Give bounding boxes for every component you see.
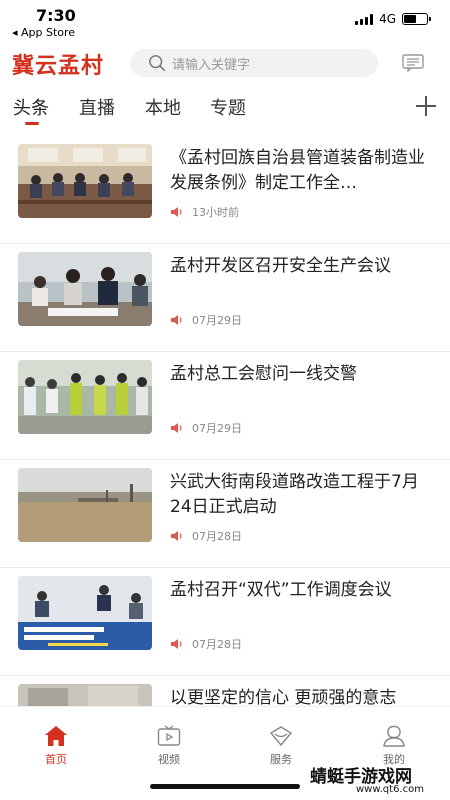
news-item[interactable]: 兴武大街南段道路改造工程于7月24日正式启动 07月28日 <box>0 460 450 568</box>
news-thumbnail <box>18 576 152 650</box>
news-title: 孟村召开“双代”工作调度会议 <box>170 580 392 600</box>
news-title: 孟村总工会慰问一线交警 <box>170 364 357 384</box>
news-time: 07月29日 <box>192 314 242 327</box>
speaker-icon[interactable] <box>170 314 184 326</box>
nav-service-label: 服务 <box>270 753 292 766</box>
news-meta: 07月28日 <box>170 528 242 544</box>
signal-icon <box>355 13 374 25</box>
add-channel-icon[interactable] <box>414 94 438 118</box>
news-meta: 07月28日 <box>170 636 242 652</box>
user-icon <box>383 725 405 747</box>
news-thumbnail <box>18 468 152 542</box>
speaker-icon[interactable] <box>170 206 184 218</box>
nav-home-label: 首页 <box>45 753 67 766</box>
news-time: 13小时前 <box>192 206 239 219</box>
back-to-app-store[interactable]: ◂ App Store <box>12 26 75 39</box>
news-item[interactable]: 孟村召开“双代”工作调度会议 07月28日 <box>0 568 450 676</box>
news-time: 07月28日 <box>192 638 242 651</box>
nav-home[interactable]: 首页 <box>26 725 86 767</box>
message-icon[interactable] <box>402 54 424 72</box>
home-indicator[interactable] <box>150 784 300 789</box>
speaker-icon[interactable] <box>170 530 184 542</box>
nav-mine[interactable]: 我的 <box>364 725 424 767</box>
news-thumbnail <box>18 144 152 218</box>
news-title: 兴武大街南段道路改造工程于7月24日正式启动 <box>170 472 419 517</box>
news-meta: 07月29日 <box>170 312 242 328</box>
news-thumbnail <box>18 360 152 434</box>
news-meta: 07月29日 <box>170 420 242 436</box>
speaker-icon[interactable] <box>170 422 184 434</box>
search-placeholder: 请输入关键字 <box>172 57 251 73</box>
speaker-icon[interactable] <box>170 638 184 650</box>
tv-icon <box>157 725 181 746</box>
tab-topics[interactable]: 专题 <box>210 94 246 120</box>
news-title: 孟村开发区召开安全生产会议 <box>170 256 391 276</box>
news-title: 《孟村回族自治县管道装备制造业发展条例》制定工作全… <box>170 148 425 193</box>
search-input[interactable]: 请输入关键字 <box>130 49 378 77</box>
watermark-url: www.qt6.com <box>356 784 424 795</box>
news-item[interactable]: 孟村总工会慰问一线交警 07月29日 <box>0 352 450 460</box>
tab-headlines[interactable]: 头条 <box>13 94 49 120</box>
news-time: 07月29日 <box>192 422 242 435</box>
search-icon <box>149 55 166 72</box>
tab-live[interactable]: 直播 <box>79 94 115 120</box>
news-meta: 13小时前 <box>170 204 239 220</box>
battery-icon <box>402 13 431 25</box>
app-header: 冀云孟村 请输入关键字 <box>0 44 450 84</box>
network-type: 4G <box>379 12 396 26</box>
news-time: 07月28日 <box>192 530 242 543</box>
status-right: 4G <box>355 12 431 26</box>
news-item[interactable]: 孟村开发区召开安全生产会议 07月29日 <box>0 244 450 352</box>
tab-local[interactable]: 本地 <box>145 94 181 120</box>
channel-tabs: 头条 直播 本地 专题 <box>0 90 450 130</box>
nav-video-label: 视频 <box>158 753 180 766</box>
home-icon <box>45 726 67 746</box>
active-tab-indicator <box>25 122 39 125</box>
status-time: 7:30 <box>36 6 76 25</box>
status-bar: 7:30 ◂ App Store 4G <box>0 0 450 42</box>
nav-video[interactable]: 视频 <box>139 725 199 767</box>
news-item[interactable]: 《孟村回族自治县管道装备制造业发展条例》制定工作全… 13小时前 <box>0 136 450 244</box>
diamond-icon <box>269 726 293 747</box>
news-thumbnail <box>18 252 152 326</box>
nav-service[interactable]: 服务 <box>251 725 311 767</box>
app-logo: 冀云孟村 <box>12 53 105 79</box>
